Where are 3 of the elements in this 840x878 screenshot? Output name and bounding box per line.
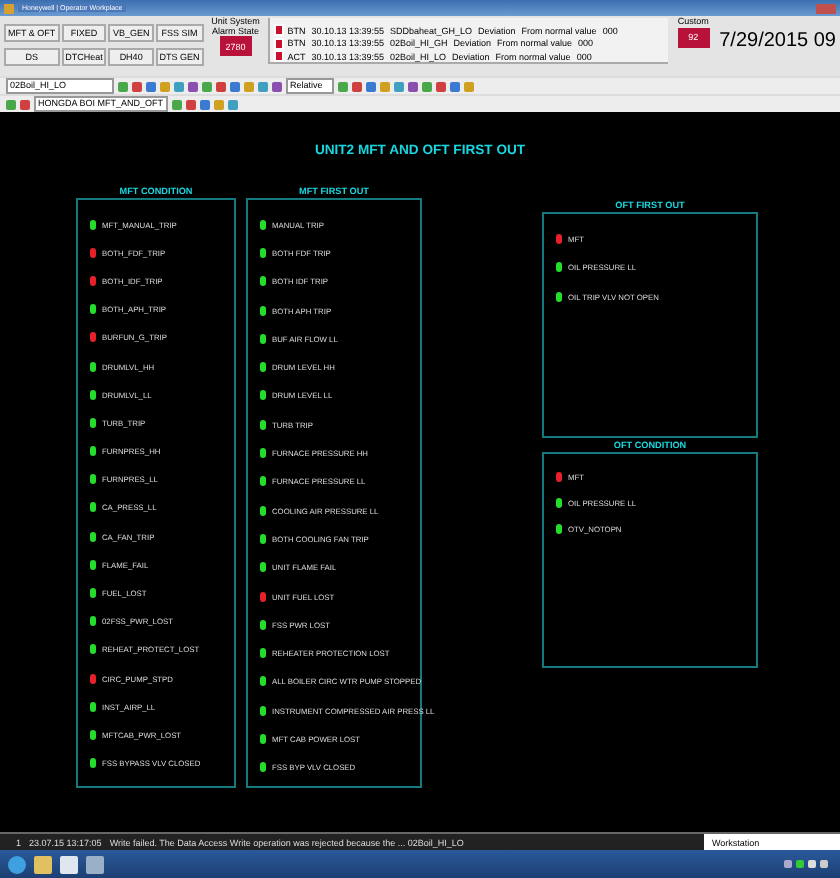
start-button[interactable] bbox=[8, 855, 26, 873]
app-icon bbox=[4, 3, 14, 13]
clock: 7/29/2015 09 bbox=[719, 30, 836, 52]
